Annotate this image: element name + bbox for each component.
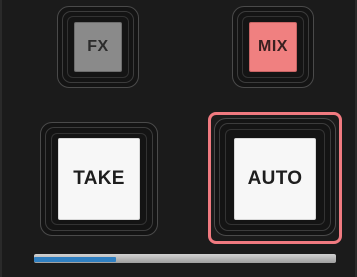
auto-button[interactable]: AUTO — [234, 138, 316, 220]
fx-button[interactable]: FX — [74, 22, 122, 72]
take-button[interactable]: TAKE — [58, 138, 140, 220]
transition-bar[interactable] — [34, 254, 336, 263]
mix-button[interactable]: MIX — [249, 22, 297, 72]
transition-control-panel: FX MIX TAKE AUTO — [0, 0, 357, 277]
transition-bar-fill — [34, 257, 116, 262]
